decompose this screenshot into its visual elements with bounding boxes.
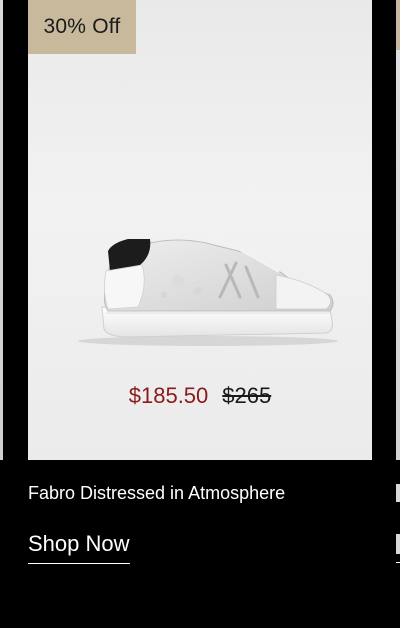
shop-now-link[interactable]: Shop Now (28, 529, 130, 564)
product-card[interactable]: 30% Off $185.50 $265 (28, 0, 372, 460)
next-card-name-edge (396, 484, 400, 502)
next-card-underline-edge (396, 562, 400, 563)
next-card-link-edge (396, 534, 400, 554)
price-row: $185.50 $265 (28, 380, 372, 412)
original-price: $265 (222, 383, 272, 408)
product-name[interactable]: Fabro Distressed in Atmosphere (28, 481, 285, 505)
next-card-badge-edge (396, 0, 400, 50)
discount-badge: 30% Off (28, 0, 136, 54)
previous-card-edge (0, 0, 3, 460)
product-carousel: 30% Off $185.50 $265 Fabro Distressed in… (0, 0, 400, 628)
next-card-image-edge (396, 50, 400, 460)
sale-price: $185.50 (128, 383, 209, 408)
sneaker-image[interactable] (68, 225, 338, 350)
